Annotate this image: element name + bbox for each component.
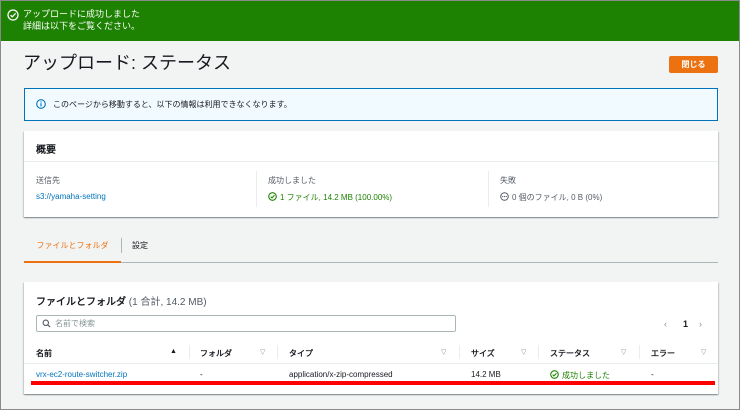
- previous-page-icon[interactable]: ‹: [664, 319, 667, 329]
- header-divider: [24, 363, 718, 364]
- column-divider: [538, 345, 539, 359]
- close-button[interactable]: 閉じる: [669, 56, 718, 73]
- files-count: (1 合計, 14.2 MB): [128, 297, 207, 308]
- succeeded-value: 1 ファイル, 14.2 MB (100.00%): [268, 192, 392, 203]
- sort-icon[interactable]: ▽: [441, 348, 446, 356]
- destination-label: 送信先: [36, 176, 60, 185]
- success-flash-banner: アップロードに成功しました 詳細は以下をご覧ください。: [1, 1, 739, 41]
- sort-icon[interactable]: ▽: [621, 348, 626, 356]
- tab-divider: [121, 238, 122, 253]
- failed-value: 0 個のファイル, 0 B (0%): [500, 192, 602, 203]
- highlight-underline: [31, 381, 715, 385]
- file-error: -: [651, 370, 654, 379]
- column-divider: [639, 345, 640, 359]
- file-name-link[interactable]: vrx-ec2-route-switcher.zip: [36, 370, 127, 379]
- succeeded-label: 成功しました: [268, 176, 316, 185]
- column-divider: [189, 345, 190, 359]
- info-alert: このページから移動すると、以下の情報は利用できなくなります。: [24, 88, 718, 121]
- flash-title: アップロードに成功しました: [23, 9, 141, 19]
- summary-title: 概要: [36, 145, 56, 156]
- file-type: application/x-zip-compressed: [289, 370, 393, 379]
- column-header-folder[interactable]: フォルダ: [200, 348, 232, 359]
- next-page-icon[interactable]: ›: [699, 319, 702, 329]
- ellipsis-circle-icon: [500, 192, 509, 201]
- failed-label: 失敗: [500, 176, 516, 185]
- divider: [24, 161, 718, 162]
- sort-ascending-icon[interactable]: ▲: [170, 348, 177, 355]
- search-box: [36, 315, 456, 332]
- column-header-name[interactable]: 名前: [36, 348, 52, 359]
- sort-icon[interactable]: ▽: [521, 348, 526, 356]
- column-divider: [277, 345, 278, 359]
- files-title: ファイルとフォルダ (1 合計, 14.2 MB): [36, 293, 207, 308]
- failed-text: 0 個のファイル, 0 B (0%): [512, 193, 603, 202]
- page-number[interactable]: 1: [683, 319, 688, 329]
- info-text: このページから移動すると、以下の情報は利用できなくなります。: [53, 100, 292, 109]
- column-header-status[interactable]: ステータス: [550, 348, 590, 359]
- column-header-size[interactable]: サイズ: [471, 348, 495, 359]
- succeeded-text: 1 ファイル, 14.2 MB (100.00%): [280, 193, 393, 202]
- column-header-error[interactable]: エラー: [651, 348, 675, 359]
- divider: [488, 171, 489, 207]
- files-title-text: ファイルとフォルダ: [36, 297, 126, 308]
- tab-files-and-folders[interactable]: ファイルとフォルダ: [24, 232, 121, 263]
- check-circle-icon: [7, 9, 19, 21]
- search-input[interactable]: [55, 317, 450, 330]
- info-icon: [36, 99, 46, 109]
- summary-panel: 概要 送信先 s3://yamaha-setting 成功しました 1 ファイル…: [24, 131, 718, 217]
- destination-link[interactable]: s3://yamaha-setting: [36, 192, 106, 201]
- flash-detail: 詳細は以下をご覧ください。: [23, 21, 141, 31]
- file-status-text: 成功しました: [562, 371, 610, 380]
- sort-icon[interactable]: ▽: [260, 348, 265, 356]
- file-status: 成功しました: [550, 370, 610, 381]
- tab-settings[interactable]: 設定: [132, 232, 148, 263]
- sort-icon[interactable]: ▽: [701, 348, 706, 356]
- tab-bar: ファイルとフォルダ 設定: [24, 232, 718, 263]
- check-circle-icon: [268, 192, 277, 201]
- divider: [256, 171, 257, 207]
- files-panel: ファイルとフォルダ (1 合計, 14.2 MB) ‹ 1 › 名前 ▲ フォル…: [24, 282, 718, 394]
- column-header-type[interactable]: タイプ: [289, 348, 313, 359]
- search-icon: [42, 319, 51, 328]
- check-circle-icon: [550, 370, 559, 379]
- file-folder: -: [200, 370, 203, 379]
- file-size: 14.2 MB: [471, 370, 501, 379]
- column-divider: [459, 345, 460, 359]
- page-title: アップロード: ステータス: [23, 53, 232, 73]
